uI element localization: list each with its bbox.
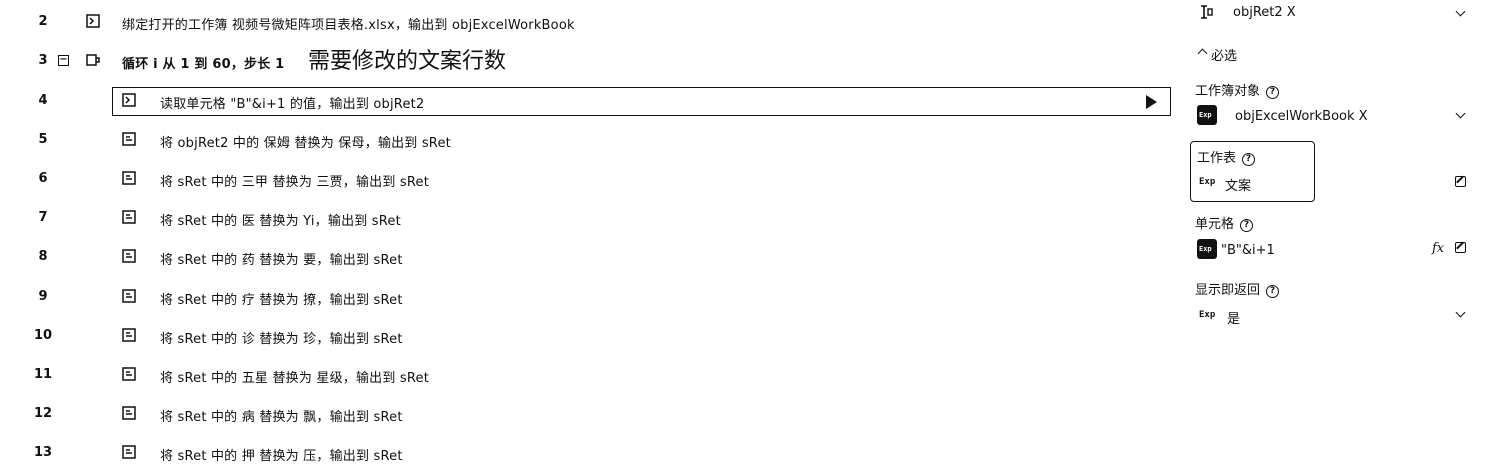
script-row[interactable]: 7 将 sRet 中的 医 替换为 Yi，输出到 sRet <box>0 204 1180 234</box>
chevron-down-icon[interactable] <box>1455 307 1466 318</box>
output-variable-value[interactable]: objRet2 X <box>1233 5 1296 20</box>
line-number: 2 <box>38 14 48 29</box>
text-replace-icon <box>122 171 136 185</box>
text-replace-icon <box>122 249 136 263</box>
workbook-label: 工作簿对象? <box>1195 80 1280 99</box>
row-text: 绑定打开的工作簿 视频号微矩阵项目表格.xlsx，输出到 objExcelWor… <box>122 18 575 33</box>
formula-icon[interactable]: fx <box>1432 241 1444 256</box>
show-return-label: 显示即返回? <box>1195 279 1280 298</box>
loop-icon <box>86 53 100 67</box>
exp-tag: Exp <box>1199 310 1216 320</box>
script-list: 2 绑定打开的工作簿 视频号微矩阵项目表格.xlsx，输出到 objExcelW… <box>0 0 1180 470</box>
workbook-bind-icon <box>86 14 100 28</box>
show-return-value[interactable]: 是 <box>1227 308 1240 327</box>
line-number: 12 <box>33 406 53 421</box>
variable-icon: Exp <box>1197 238 1217 259</box>
script-row[interactable]: 10 将 sRet 中的 诊 替换为 珍，输出到 sRet <box>0 322 1180 352</box>
worksheet-value[interactable]: 文案 <box>1225 175 1251 194</box>
text-replace-icon <box>122 210 136 224</box>
script-row[interactable]: 12 将 sRet 中的 病 替换为 飘，输出到 sRet <box>0 400 1180 430</box>
script-row[interactable]: 6 将 sRet 中的 三甲 替换为 三贾，输出到 sRet <box>0 165 1180 195</box>
help-icon[interactable]: ? <box>1242 153 1256 166</box>
text-replace-icon <box>122 289 136 303</box>
text-replace-icon <box>122 406 136 420</box>
row-text: 将 sRet 中的 五星 替换为 星级，输出到 sRet <box>160 371 430 386</box>
line-number: 8 <box>38 249 48 264</box>
row-text: 将 sRet 中的 药 替换为 要，输出到 sRet <box>160 253 403 268</box>
variable-icon: Exp <box>1197 104 1217 125</box>
line-number: 13 <box>33 445 53 460</box>
row-text: 将 sRet 中的 诊 替换为 珍，输出到 sRet <box>160 332 403 347</box>
required-section-title[interactable]: 必选 <box>1211 45 1237 64</box>
edit-icon[interactable] <box>1455 176 1466 187</box>
script-row[interactable]: 8 将 sRet 中的 药 替换为 要，输出到 sRet <box>0 243 1180 273</box>
line-number: 7 <box>38 210 48 225</box>
script-row[interactable]: 13 将 sRet 中的 押 替换为 压，输出到 sRet <box>0 439 1180 469</box>
script-row[interactable]: 2 绑定打开的工作簿 视频号微矩阵项目表格.xlsx，输出到 objExcelW… <box>0 8 1180 38</box>
help-icon[interactable]: ? <box>1266 86 1280 99</box>
help-icon[interactable]: ? <box>1266 285 1280 298</box>
text-replace-icon <box>122 367 136 381</box>
run-step-button[interactable] <box>1146 95 1157 109</box>
cell-value[interactable]: "B"&i+1 <box>1221 243 1275 258</box>
exp-tag: Exp <box>1199 177 1216 187</box>
line-number: 5 <box>38 132 48 147</box>
script-row[interactable]: 9 将 sRet 中的 疗 替换为 撩，输出到 sRet <box>0 283 1180 313</box>
row-text: 将 sRet 中的 三甲 替换为 三贾，输出到 sRet <box>160 175 430 190</box>
row-text: 将 sRet 中的 押 替换为 压，输出到 sRet <box>160 449 403 464</box>
chevron-down-icon[interactable] <box>1455 6 1466 17</box>
edit-icon[interactable] <box>1455 242 1466 253</box>
row-text: 将 sRet 中的 疗 替换为 撩，输出到 sRet <box>160 293 403 308</box>
properties-panel: objRet2 X 必选 工作簿对象? Exp objExcelWorkBook… <box>1185 0 1485 470</box>
script-row[interactable]: 3 − 循环 i 从 1 到 60，步长 1 需要修改的文案行数 <box>0 47 1180 77</box>
row-text: 将 sRet 中的 医 替换为 Yi，输出到 sRet <box>160 214 401 229</box>
cell-label: 单元格? <box>1195 213 1254 232</box>
row-text: 读取单元格 "B"&i+1 的值，输出到 objRet2 <box>160 97 425 112</box>
chevron-up-icon[interactable] <box>1197 48 1208 59</box>
collapse-button[interactable]: − <box>58 55 69 66</box>
line-number: 9 <box>38 289 48 304</box>
line-number: 6 <box>38 171 48 186</box>
annotation-text: 需要修改的文案行数 <box>308 49 507 74</box>
text-replace-icon <box>122 132 136 146</box>
read-cell-icon <box>122 93 136 107</box>
script-row-selected[interactable]: 4 读取单元格 "B"&i+1 的值，输出到 objRet2 <box>0 87 1180 117</box>
help-icon[interactable]: ? <box>1240 219 1254 232</box>
chevron-down-icon[interactable] <box>1455 108 1466 119</box>
line-number: 11 <box>33 367 53 382</box>
line-number: 4 <box>38 93 48 108</box>
worksheet-label: 工作表? <box>1197 147 1256 166</box>
line-number: 10 <box>33 328 53 343</box>
row-text: 将 objRet2 中的 保姆 替换为 保母，输出到 sRet <box>160 136 451 151</box>
script-row[interactable]: 5 将 objRet2 中的 保姆 替换为 保母，输出到 sRet <box>0 126 1180 156</box>
text-replace-icon <box>122 445 136 459</box>
text-replace-icon <box>122 328 136 342</box>
output-variable-icon <box>1199 4 1213 24</box>
row-text: 将 sRet 中的 病 替换为 飘，输出到 sRet <box>160 410 403 425</box>
workbook-value[interactable]: objExcelWorkBook X <box>1235 109 1368 124</box>
row-text: 循环 i 从 1 到 60，步长 1 <box>122 57 285 72</box>
script-row[interactable]: 11 将 sRet 中的 五星 替换为 星级，输出到 sRet <box>0 361 1180 391</box>
